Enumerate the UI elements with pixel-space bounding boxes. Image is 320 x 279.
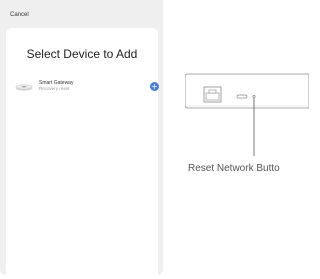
usb-port-icon [236,94,248,99]
page-title: Select Device to Add [26,47,138,61]
reset-network-button-label: Reset Network Butto [188,163,280,174]
reset-button-icon [252,95,256,98]
gateway-icon [15,84,33,91]
device-sheet: Select Device to Add Smart Gateway Recov… [6,28,159,275]
device-subtitle: Recovery reset [39,86,70,91]
ethernet-port-icon [203,86,222,103]
device-list-item[interactable]: Smart Gateway Recovery reset + [14,77,159,97]
plus-icon: + [151,82,158,91]
add-device-button[interactable]: + [150,82,159,91]
cancel-button[interactable]: Cancel [10,12,29,18]
gateway-illustration [185,73,309,156]
phone-screen: Cancel Select Device to Add Smart Gatewa… [0,0,163,275]
screen: Cancel Select Device to Add Smart Gatewa… [0,0,309,279]
